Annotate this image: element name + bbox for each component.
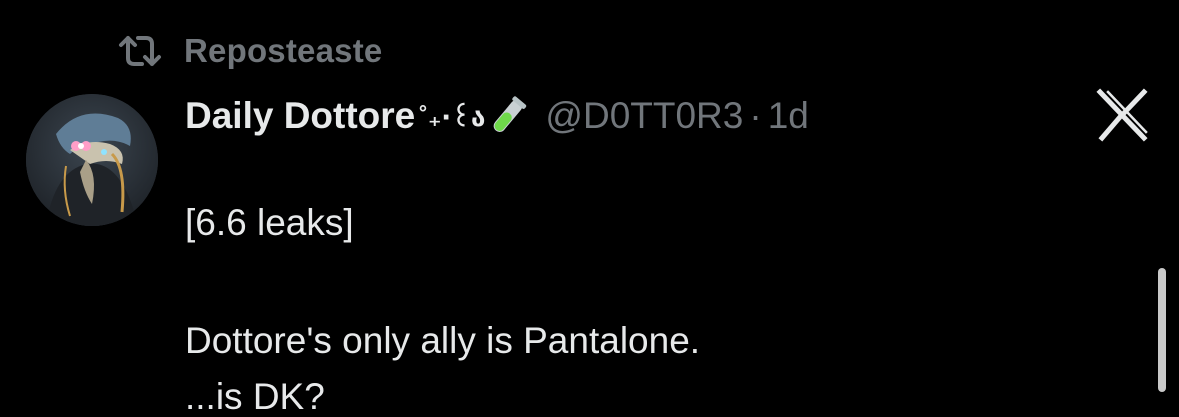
post-timestamp[interactable]: 1d — [768, 95, 809, 137]
scrollbar[interactable] — [1158, 268, 1166, 392]
author-handle[interactable]: @D0TT0R3 — [545, 95, 743, 137]
separator-dot: · — [749, 95, 762, 136]
post-line: [6.6 leaks] — [185, 202, 354, 243]
repost-icon — [118, 31, 168, 71]
repost-label: Reposteaste — [184, 32, 383, 69]
post-line: Dottore's only ally is Pantalone. — [185, 320, 701, 361]
post-body: [6.6 leaks] Dottore's only ally is Panta… — [185, 148, 1125, 416]
avatar[interactable] — [26, 94, 158, 226]
author-name-decoration: ˚₊‧꒰ა — [419, 102, 486, 132]
post-header: Daily Dottore ˚₊‧꒰ა @D0TT0R3 · 1d — [185, 90, 809, 142]
author-display-name[interactable]: Daily Dottore — [185, 95, 415, 137]
repost-indicator[interactable]: Reposteaste — [118, 28, 382, 74]
post-line-partial: ...is DK? — [185, 376, 325, 417]
grok-x-icon[interactable] — [1094, 86, 1152, 144]
test-tube-icon — [489, 95, 527, 137]
